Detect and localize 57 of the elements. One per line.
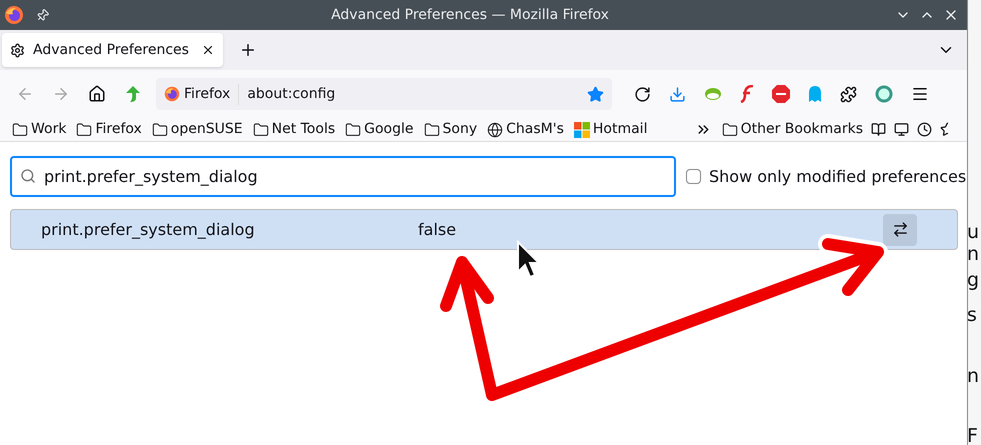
firefox-logo-icon bbox=[164, 86, 180, 102]
url-bar[interactable]: Firefox about:config bbox=[156, 78, 612, 110]
identity-label: Firefox bbox=[184, 84, 230, 104]
window-title: Advanced Preferences — Mozilla Firefox bbox=[330, 6, 610, 24]
folder-icon bbox=[252, 122, 269, 138]
firefox-logo-icon bbox=[4, 5, 24, 25]
folder-icon bbox=[76, 122, 92, 138]
stop-sign-icon[interactable] bbox=[772, 85, 790, 103]
toggle-button[interactable] bbox=[883, 214, 917, 246]
close-tab-icon[interactable] bbox=[201, 43, 215, 57]
folder-icon bbox=[424, 122, 440, 138]
cut-off-text: F bbox=[967, 424, 978, 445]
bookmark-item[interactable]: openSUSE bbox=[152, 119, 243, 140]
bookmark-item[interactable]: ChasM's bbox=[487, 119, 564, 140]
browser-tab[interactable]: Advanced Preferences bbox=[2, 33, 223, 67]
download-icon[interactable] bbox=[669, 86, 686, 102]
reload-icon[interactable] bbox=[634, 86, 651, 102]
bookmark-item[interactable]: Google bbox=[345, 119, 414, 140]
search-icon bbox=[20, 168, 36, 184]
cut-off-text: g bbox=[967, 268, 980, 293]
folder-icon bbox=[345, 122, 362, 138]
bookmark-item[interactable]: Net Tools bbox=[252, 119, 336, 140]
history-icon[interactable] bbox=[917, 122, 932, 137]
identity-box[interactable]: Firefox bbox=[164, 84, 240, 104]
preference-name: print.prefer_system_dialog bbox=[41, 218, 256, 241]
four-squares-icon bbox=[574, 122, 590, 138]
sidebar-icon[interactable] bbox=[871, 122, 886, 137]
extensions-icon[interactable] bbox=[840, 86, 857, 102]
menu-icon[interactable] bbox=[911, 85, 929, 103]
globe-icon bbox=[487, 122, 504, 138]
preference-row[interactable]: print.prefer_system_dialog false bbox=[10, 209, 958, 250]
search-field[interactable]: print.prefer_system_dialog bbox=[10, 156, 676, 197]
bookmark-item[interactable]: Other Bookmarks bbox=[722, 119, 863, 140]
bookmark-star-icon[interactable] bbox=[587, 86, 604, 102]
swap-icon bbox=[892, 221, 908, 238]
cut-off-text: u bbox=[967, 220, 980, 245]
home-icon[interactable] bbox=[88, 85, 106, 103]
monitor-icon[interactable] bbox=[894, 122, 909, 137]
new-tab-icon[interactable] bbox=[239, 41, 257, 59]
cut-off-text: s bbox=[967, 303, 977, 328]
cut-off-text: n bbox=[967, 242, 980, 267]
url-text: about:config bbox=[247, 84, 336, 104]
flash-icon[interactable] bbox=[740, 85, 754, 103]
folder-icon bbox=[152, 122, 168, 138]
up-arrow-icon[interactable] bbox=[124, 85, 142, 103]
folder-icon bbox=[12, 122, 28, 138]
bookmark-item[interactable]: Firefox bbox=[76, 119, 142, 140]
preference-value: false bbox=[418, 218, 458, 240]
ring-icon[interactable] bbox=[875, 85, 893, 103]
bookmark-item[interactable]: Sony bbox=[424, 119, 478, 140]
tab-label: Advanced Preferences bbox=[33, 40, 190, 60]
modified-checkbox[interactable]: Show only modified preferences bbox=[686, 164, 966, 188]
cut-off-text: n bbox=[967, 364, 980, 389]
folder-icon bbox=[722, 122, 738, 138]
bookmark-item[interactable]: Work bbox=[12, 119, 66, 140]
settings-icon bbox=[10, 42, 25, 58]
bookmark-item[interactable]: Hotmail bbox=[574, 119, 648, 140]
